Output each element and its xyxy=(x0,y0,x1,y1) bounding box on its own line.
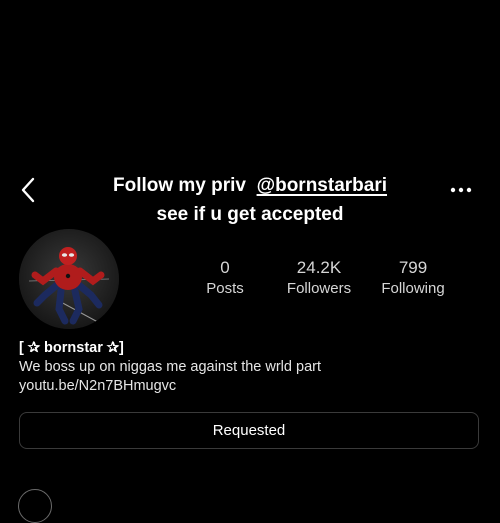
stat-followers[interactable]: 24.2K Followers xyxy=(269,257,369,299)
title-line-2: see if u get accepted xyxy=(156,204,344,225)
requested-button[interactable]: Requested xyxy=(19,412,479,449)
avatar[interactable] xyxy=(19,229,119,329)
page-title: Follow my priv @bornstarbari see if u ge… xyxy=(60,171,440,229)
bio-text: We boss up on niggas me against the wrld… xyxy=(19,359,321,375)
title-prefix: Follow my priv xyxy=(112,175,257,196)
followers-label: Followers xyxy=(286,280,352,297)
more-options-button[interactable] xyxy=(444,178,478,202)
posts-count: 0 xyxy=(220,258,230,277)
stat-posts[interactable]: 0 Posts xyxy=(175,257,275,299)
bio-link[interactable]: youtu.be/N2n7BHmugvc xyxy=(19,377,479,396)
more-horizontal-icon xyxy=(450,187,472,193)
profile-stats: 0 Posts 24.2K Followers 799 Following xyxy=(180,257,480,307)
profile-header: Follow my priv @bornstarbari see if u ge… xyxy=(0,168,500,228)
spiderman-avatar xyxy=(19,229,119,329)
highlight-circle[interactable] xyxy=(18,489,52,523)
title-line-1: Follow my priv @bornstarbari xyxy=(60,171,440,200)
profile-display-name: [ ✰ bornstar ✰] xyxy=(19,340,124,356)
following-label: Following xyxy=(381,280,445,297)
chevron-left-icon xyxy=(21,177,35,203)
stat-following[interactable]: 799 Following xyxy=(363,257,463,299)
title-handle-link[interactable]: @bornstarbari xyxy=(257,175,387,196)
back-button[interactable] xyxy=(12,174,44,206)
profile-bio: [ ✰ bornstar ✰] We boss up on niggas me … xyxy=(19,339,479,396)
posts-label: Posts xyxy=(206,280,244,297)
following-count: 799 xyxy=(398,258,428,277)
followers-count: 24.2K xyxy=(296,258,342,277)
